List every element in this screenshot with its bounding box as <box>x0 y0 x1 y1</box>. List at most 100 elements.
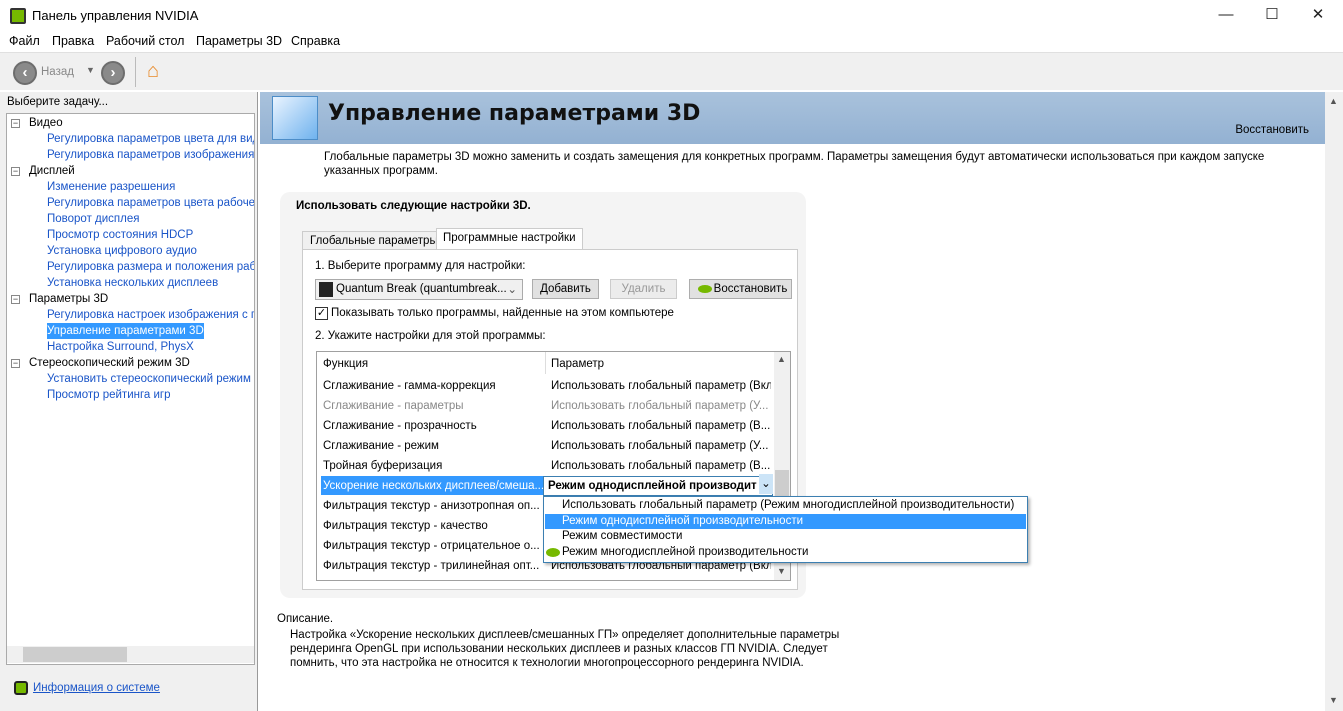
chevron-down-icon: ⌄ <box>507 284 517 296</box>
function-cell: Ускорение нескольких дисплеев/смеша... <box>321 476 543 495</box>
nvidia-icon <box>698 285 712 293</box>
sidebar-heading: Выберите задачу... <box>7 96 109 108</box>
description-label: Описание. <box>277 613 334 625</box>
toolbar-divider <box>135 57 136 87</box>
program-icon <box>319 282 333 297</box>
tree-horizontal-scrollbar[interactable] <box>7 646 254 663</box>
nvidia-app-icon <box>10 8 26 24</box>
collapse-icon[interactable]: − <box>11 295 20 304</box>
tree-item[interactable]: Просмотр состояния HDCP <box>47 227 193 243</box>
table-row[interactable]: Сглаживание - параметры Использовать глоб… <box>317 396 775 416</box>
tree-item[interactable]: Регулировка параметров цвета рабочег <box>47 195 254 211</box>
function-cell: Сглаживание - параметры <box>323 400 464 412</box>
table-header: Функция Параметр <box>317 354 775 374</box>
collapse-icon[interactable]: − <box>11 119 20 128</box>
tree-item[interactable]: Установка цифрового аудио <box>47 243 197 259</box>
scroll-down-icon[interactable]: ▼ <box>1329 695 1338 705</box>
collapse-icon[interactable]: − <box>11 359 20 368</box>
tab-program[interactable]: Программные настройки <box>436 228 583 250</box>
back-arrow-icon[interactable]: ‹ <box>13 61 37 85</box>
minimize-button[interactable]: — <box>1203 0 1249 30</box>
dropdown-option[interactable]: Использовать глобальный параметр (Режим … <box>545 498 1026 513</box>
menu-help[interactable]: Справка <box>291 34 340 48</box>
tree-item[interactable]: Регулировка размера и положения рабо <box>47 259 254 275</box>
function-cell: Тройная буферизация <box>323 460 443 472</box>
remove-button[interactable]: Удалить <box>610 279 677 299</box>
checkbox-label: Показывать только программы, найденные н… <box>331 307 674 319</box>
title-bar: Панель управления NVIDIA — ☐ ✕ <box>0 0 1343 32</box>
nvidia-recommended-icon <box>546 548 560 557</box>
menu-bar: Файл Правка Рабочий стол Параметры 3D Сп… <box>0 32 1343 52</box>
table-row[interactable]: Сглаживание - гамма-коррекция Использоват… <box>317 376 775 396</box>
tree-item[interactable]: Изменение разрешения <box>47 179 175 195</box>
close-button[interactable]: ✕ <box>1295 0 1341 30</box>
show-only-found-checkbox[interactable]: ✓ <box>315 307 328 320</box>
parameter-cell: Использовать глобальный параметр (У... <box>551 400 769 412</box>
tree-item[interactable]: Установить стереоскопический режим 3 <box>47 371 254 387</box>
restore-button[interactable]: Восстановить <box>689 279 792 299</box>
function-cell: Фильтрация текстур - анизотропная оп... <box>323 500 540 512</box>
tree-item[interactable]: Регулировка настроек изображения с пр <box>47 307 254 323</box>
column-header-function[interactable]: Функция <box>323 354 545 374</box>
3d-settings-icon <box>272 96 318 140</box>
description-text: Настройка «Ускорение нескольких дисплеев… <box>290 629 840 669</box>
page-title: Управление параметрами 3D <box>328 101 701 126</box>
history-dropdown-icon[interactable]: ▼ <box>86 65 95 75</box>
tree-item-selected[interactable]: Управление параметрами 3D <box>47 323 204 339</box>
menu-file[interactable]: Файл <box>9 34 40 48</box>
forward-arrow-icon[interactable]: › <box>101 61 125 85</box>
main-vertical-scrollbar[interactable]: ▲ ▼ <box>1325 92 1343 711</box>
scroll-thumb[interactable] <box>23 647 127 662</box>
home-icon[interactable]: ⌂ <box>147 60 159 83</box>
menu-3d-settings[interactable]: Параметры 3D <box>196 34 282 48</box>
function-cell: Сглаживание - прозрачность <box>323 420 477 432</box>
menu-edit[interactable]: Правка <box>52 34 94 48</box>
chevron-down-icon[interactable]: ⌄ <box>759 474 773 494</box>
column-header-parameter[interactable]: Параметр <box>551 354 771 374</box>
add-button[interactable]: Добавить <box>532 279 599 299</box>
collapse-icon[interactable]: − <box>11 167 20 176</box>
tree-group-video[interactable]: Видео <box>29 115 63 131</box>
restore-button-label: Восстановить <box>713 283 788 295</box>
tree-item[interactable]: Регулировка параметров изображения д <box>47 147 254 163</box>
table-row[interactable]: Тройная буферизация Использовать глобальн… <box>317 456 775 476</box>
parameter-cell: Использовать глобальный параметр (У... <box>551 440 769 452</box>
parameter-cell: Использовать глобальный параметр (В... <box>551 460 771 472</box>
program-select[interactable]: Quantum Break (quantumbreak... ⌄ <box>315 279 523 300</box>
system-info-icon <box>14 681 28 695</box>
task-tree: − Видео Регулировка параметров цвета для… <box>6 113 255 665</box>
scroll-up-icon[interactable]: ▲ <box>777 354 786 364</box>
tree-group-display[interactable]: Дисплей <box>29 163 75 179</box>
tree-item[interactable]: Установка нескольких дисплеев <box>47 275 218 291</box>
scroll-up-icon[interactable]: ▲ <box>1329 96 1338 106</box>
back-button-label[interactable]: Назад <box>41 66 74 78</box>
column-divider <box>545 352 546 374</box>
scroll-thumb[interactable] <box>775 470 789 496</box>
restore-defaults-link[interactable]: Восстановить <box>1235 124 1309 136</box>
dropdown-option[interactable]: Режим совместимости <box>545 529 1026 544</box>
maximize-button[interactable]: ☐ <box>1249 0 1295 30</box>
table-row[interactable]: Сглаживание - режим Использовать глобальн… <box>317 436 775 456</box>
system-info-link[interactable]: Информация о системе <box>33 682 160 694</box>
tree-item[interactable]: Просмотр рейтинга игр <box>47 387 171 403</box>
dropdown-option[interactable]: Режим многодисплейной производительности <box>545 545 1026 560</box>
table-row-selected[interactable]: Ускорение нескольких дисплеев/смеша... Ре… <box>317 474 775 496</box>
toolbar: ‹ Назад ▼ › ⌂ <box>0 52 1343 90</box>
function-cell: Фильтрация текстур - трилинейная опт... <box>323 560 540 572</box>
tree-item[interactable]: Поворот дисплея <box>47 211 139 227</box>
tree-item[interactable]: Настройка Surround, PhysX <box>47 339 194 355</box>
scroll-down-icon[interactable]: ▼ <box>777 566 786 576</box>
tab-global[interactable]: Глобальные параметры <box>302 231 446 249</box>
menu-desktop[interactable]: Рабочий стол <box>106 34 184 48</box>
tree-group-3d[interactable]: Параметры 3D <box>29 291 108 307</box>
step2-label: 2. Укажите настройки для этой программы: <box>315 330 546 342</box>
window-title: Панель управления NVIDIA <box>32 8 199 23</box>
parameter-cell: Использовать глобальный параметр (Вкл) <box>551 380 771 392</box>
parameter-cell[interactable]: Режим однодисплейной производит <box>543 476 773 496</box>
table-row[interactable]: Сглаживание - прозрачность Использовать г… <box>317 416 775 436</box>
step1-label: 1. Выберите программу для настройки: <box>315 260 526 272</box>
tree-group-stereo[interactable]: Стереоскопический режим 3D <box>29 355 190 371</box>
tree-item[interactable]: Регулировка параметров цвета для вид <box>47 131 254 147</box>
dropdown-option-highlighted[interactable]: Режим однодисплейной производительности <box>545 514 1026 529</box>
dropdown-option-label: Режим многодисплейной производительности <box>562 546 809 558</box>
